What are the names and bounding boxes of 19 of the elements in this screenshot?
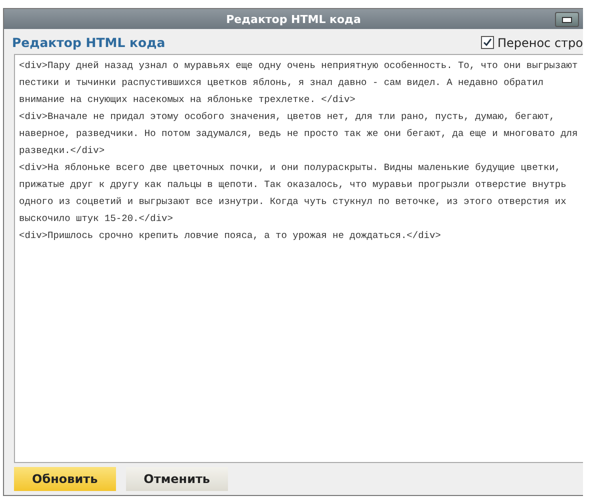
editor-heading: Редактор HTML кода bbox=[12, 35, 166, 50]
code-line: наверное, разведчики. Но потом задумался, ведь не просто так же они бегают, да еще и многовато для bbox=[19, 127, 579, 141]
code-line: <div>На яблоньке всего две цветочных почки, и они полураскрыты. Видны маленькие будущие цветки, bbox=[19, 161, 562, 175]
update-button[interactable]: Обновить bbox=[14, 467, 116, 491]
code-line: выскочило штук 15-20.</div> bbox=[19, 212, 174, 226]
code-line: одного из соцветий и выгрызают все изнутри. Когда чуть стукнул по веточке, из этого отверстия их bbox=[19, 195, 568, 209]
code-textarea[interactable] bbox=[14, 54, 583, 463]
code-line: <div>Пришлось срочно крепить ловчие пояса, а то урожая не дождаться.</div> bbox=[19, 229, 442, 243]
window-title: Редактор HTML кода bbox=[226, 12, 361, 26]
minimize-button[interactable] bbox=[555, 12, 579, 27]
code-line: пестики и тычинки распустившихся цветков яблонь, я знал давно - сам видел. А недавно обратил bbox=[19, 76, 544, 90]
code-line: <div>Вначале не придал этому особого значения, цветов нет, для тли рано, пусть, думаю, бегают, bbox=[19, 110, 556, 124]
cancel-button[interactable]: Отменить bbox=[126, 467, 228, 491]
code-line: прижатые друг к другу как пальцы в щепоти. Так оказалось, что муравьи прогрызли отверстие внутрь bbox=[19, 178, 568, 192]
word-wrap-checkbox[interactable] bbox=[481, 36, 494, 49]
code-line: внимание на снующих насекомых на яблоньке трехлетке. </div> bbox=[19, 93, 356, 107]
word-wrap-label[interactable]: Перенос стро bbox=[497, 36, 583, 50]
code-line: <div>Пару дней назад узнал о муравьях еще одну очень неприятную особенность. То, что они выгрызают bbox=[19, 59, 579, 73]
code-line: разведки.</div> bbox=[19, 144, 106, 158]
